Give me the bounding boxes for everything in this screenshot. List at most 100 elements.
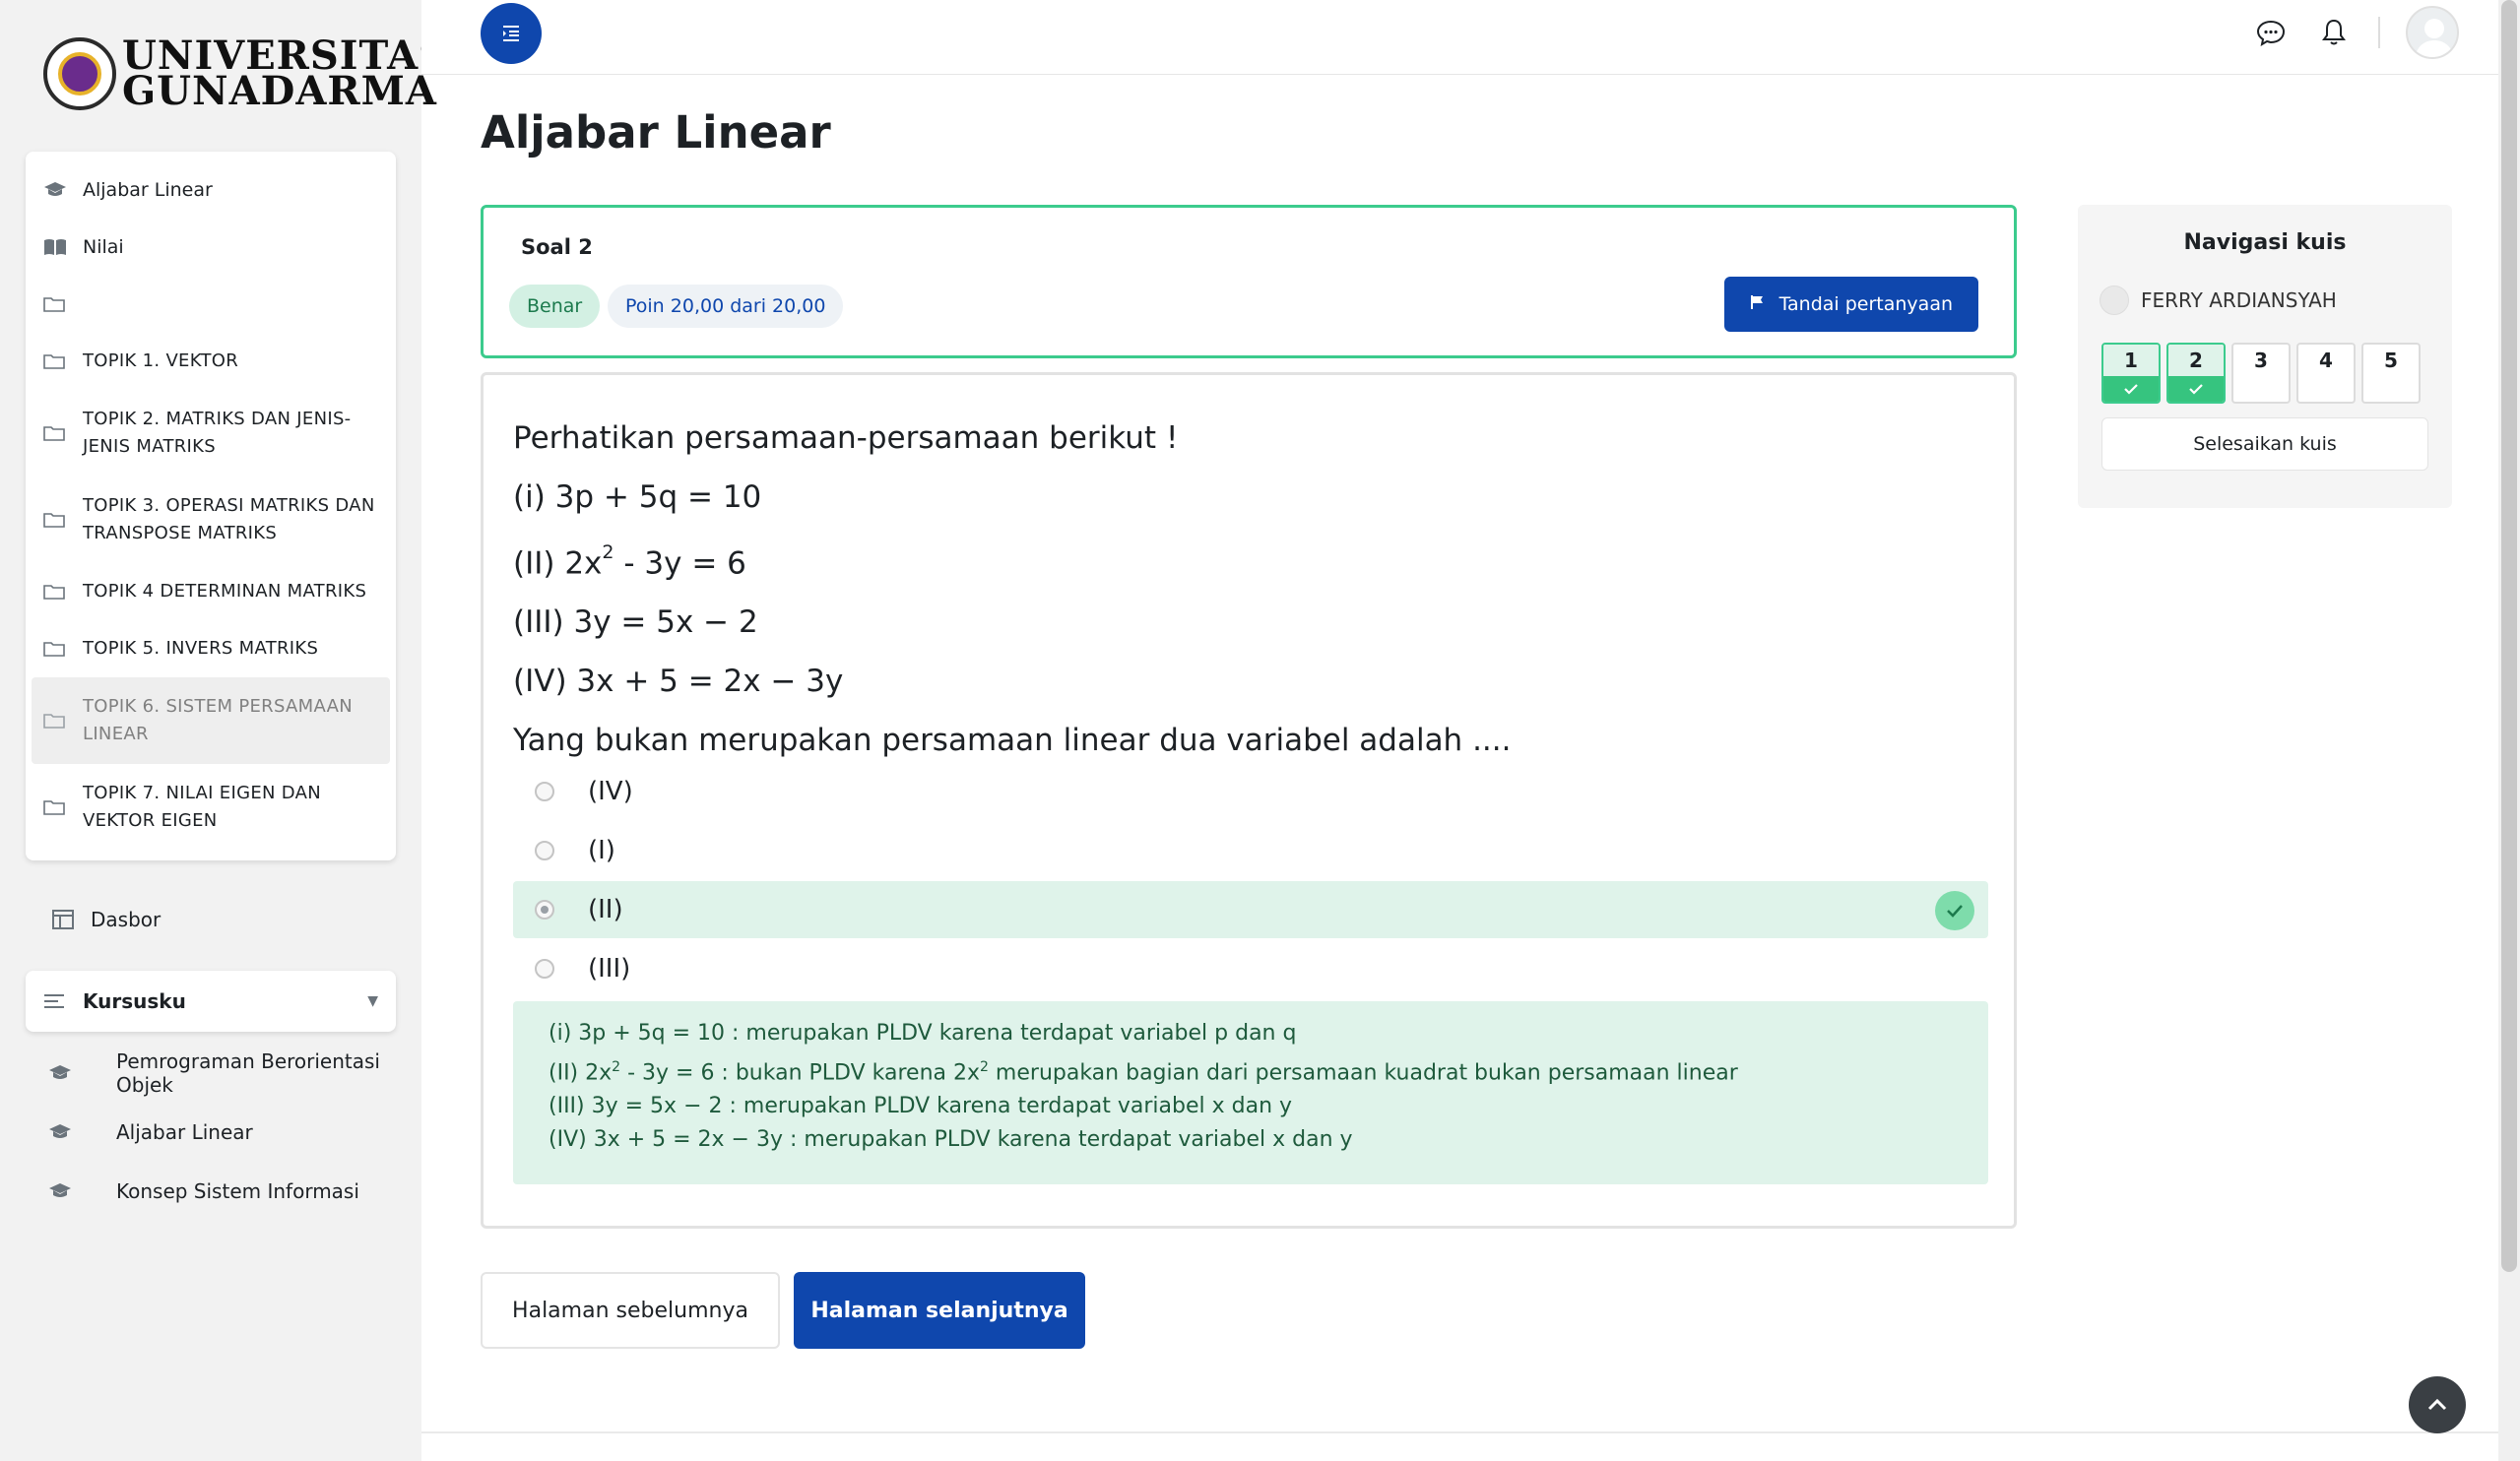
course-link-pbo[interactable]: Pemrograman Berorientasi Objek	[47, 1044, 392, 1103]
sidebar-item-label: Aljabar Linear	[83, 179, 213, 201]
question-nav-button-4[interactable]: 4	[2296, 343, 2356, 404]
question-nav-number: 4	[2319, 349, 2333, 372]
folder-icon	[43, 424, 83, 442]
course-link-aljabar[interactable]: Aljabar Linear	[47, 1103, 392, 1162]
notifications-bell-icon[interactable]	[2315, 14, 2353, 51]
sidebar-item-label: TOPIK 2. MATRIKS DAN JENIS-JENIS MATRIKS	[83, 409, 352, 457]
sidebar-item-label: TOPIK 6. SISTEM PERSAMAAN LINEAR	[83, 696, 353, 744]
equation-3: (III) 3y = 5x − 2	[513, 604, 758, 641]
radio-button-checked[interactable]	[535, 900, 554, 920]
my-courses-list: Pemrograman Berorientasi Objek Aljabar L…	[47, 1044, 392, 1221]
question-prompt: Yang bukan merupakan persamaan linear du…	[513, 723, 1512, 759]
brand-line-2: GUNADARMA	[122, 68, 437, 114]
question-number: Soal 2	[521, 235, 593, 259]
university-emblem-icon	[43, 37, 116, 110]
course-link-label: Aljabar Linear	[116, 1120, 253, 1144]
sidebar-item-topik-5[interactable]: TOPIK 5. INVERS MATRIKS	[26, 620, 396, 677]
my-courses-label: Kursusku	[83, 989, 186, 1013]
course-link-label: Konsep Sistem Informasi	[116, 1179, 359, 1203]
equation-2: (II) 2x2 - 3y = 6	[513, 541, 746, 582]
sidebar-item-topik-2[interactable]: TOPIK 2. MATRIKS DAN JENIS-JENIS MATRIKS	[26, 390, 396, 476]
sidebar-item-label: TOPIK 4 DETERMINAN MATRIKS	[83, 581, 367, 602]
list-icon	[43, 992, 83, 1010]
sidebar-item-label: TOPIK 1. VEKTOR	[83, 350, 239, 371]
sidebar-item-topik-1[interactable]: TOPIK 1. VEKTOR	[26, 333, 396, 390]
caret-down-icon: ▼	[367, 993, 378, 1009]
university-logo[interactable]: UNIVERSITAS GUNADARMA	[43, 36, 448, 114]
user-menu-area	[2252, 6, 2459, 59]
general-feedback: (i) 3p + 5q = 10 : merupakan PLDV karena…	[513, 1001, 1988, 1184]
quiz-user[interactable]: FERRY ARDIANSYAH	[2100, 286, 2337, 315]
question-nav-number: 3	[2254, 349, 2268, 372]
answered-check-icon	[2168, 376, 2224, 402]
folder-icon	[43, 798, 83, 816]
status-badge: Benar	[509, 285, 601, 328]
answer-option-correct[interactable]: (II)	[513, 881, 1988, 938]
feedback-line: (IV) 3x + 5 = 2x − 3y : merupakan PLDV k…	[549, 1127, 1353, 1153]
question-intro: Perhatikan persamaan-persamaan berikut !	[513, 420, 1179, 456]
footer-divider	[421, 1431, 2498, 1433]
quiz-user-name: FERRY ARDIANSYAH	[2141, 288, 2337, 312]
answer-option[interactable]: (IV)	[513, 763, 1988, 820]
page-title: Aljabar Linear	[481, 106, 831, 159]
next-page-button[interactable]: Halaman selanjutnya	[794, 1272, 1085, 1349]
equation-1: (i) 3p + 5q = 10	[513, 479, 762, 515]
radio-button[interactable]	[535, 959, 554, 979]
finish-attempt-button[interactable]: Selesaikan kuis	[2101, 417, 2428, 471]
folder-icon	[43, 640, 83, 658]
dashboard-label: Dasbor	[91, 908, 162, 931]
course-link-label: Pemrograman Berorientasi Objek	[116, 1049, 380, 1097]
radio-button[interactable]	[535, 782, 554, 801]
chevron-up-icon	[2427, 1398, 2447, 1411]
answer-option[interactable]: (III)	[513, 940, 1988, 997]
sidebar-item-topik-6[interactable]: TOPIK 6. SISTEM PERSAMAAN LINEAR	[32, 677, 390, 764]
question-nav-button-2[interactable]: 2	[2166, 343, 2226, 404]
sidebar-item-dashboard[interactable]: Dasbor	[51, 908, 161, 931]
sidebar-item-topik-7[interactable]: TOPIK 7. NILAI EIGEN DAN VEKTOR EIGEN	[26, 764, 396, 851]
user-silhouette-icon	[2415, 19, 2454, 57]
course-index-card: Aljabar Linear Nilai TOPIK 1. VEKTOR TOP…	[26, 152, 396, 860]
quiz-navigation-title: Navigasi kuis	[2183, 230, 2347, 255]
drawer-toggle-button[interactable]	[481, 3, 542, 64]
points-badge: Poin 20,00 dari 20,00	[608, 285, 844, 328]
answer-option-label: (III)	[588, 954, 631, 984]
answer-option-label: (I)	[588, 836, 615, 865]
sidebar-item-course-home[interactable]: Aljabar Linear	[26, 161, 396, 219]
answer-option-label: (IV)	[588, 777, 633, 806]
folder-icon	[43, 511, 83, 529]
my-courses-toggle[interactable]: Kursusku ▼	[26, 971, 396, 1032]
divider	[2378, 17, 2380, 48]
flag-question-button[interactable]: Tandai pertanyaan	[1723, 277, 1978, 332]
page-scrollbar[interactable]	[2498, 0, 2520, 1461]
sidebar-item-general[interactable]	[26, 276, 396, 333]
course-link-ksi[interactable]: Konsep Sistem Informasi	[47, 1162, 392, 1221]
question-text: Perhatikan persamaan-persamaan berikut !…	[513, 409, 1511, 770]
scrollbar-thumb[interactable]	[2501, 0, 2517, 1272]
sidebar-item-label: TOPIK 3. OPERASI MATRIKS DAN TRANSPOSE M…	[83, 495, 375, 543]
equation-4: (IV) 3x + 5 = 2x − 3y	[513, 664, 844, 700]
graduation-cap-icon	[47, 1063, 116, 1083]
top-navbar	[421, 0, 2498, 75]
sidebar-item-label: TOPIK 7. NILAI EIGEN DAN VEKTOR EIGEN	[83, 783, 322, 831]
user-avatar-small-icon	[2100, 286, 2129, 315]
radio-button[interactable]	[535, 841, 554, 860]
dashboard-icon	[51, 909, 91, 930]
flag-icon	[1750, 293, 1766, 315]
messages-icon[interactable]	[2252, 14, 2290, 51]
previous-page-button[interactable]: Halaman sebelumnya	[481, 1272, 780, 1349]
question-nav-button-1[interactable]: 1	[2101, 343, 2161, 404]
feedback-line: (i) 3p + 5q = 10 : merupakan PLDV karena…	[549, 1021, 1297, 1046]
graduation-cap-icon	[47, 1122, 116, 1142]
sidebar-item-grades[interactable]: Nilai	[26, 219, 396, 276]
answer-option[interactable]: (I)	[513, 822, 1988, 879]
feedback-line: (III) 3y = 5x − 2 : merupakan PLDV karen…	[549, 1094, 1293, 1119]
sidebar-item-topik-4[interactable]: TOPIK 4 DETERMINAN MATRIKS	[26, 563, 396, 620]
user-avatar[interactable]	[2406, 6, 2459, 59]
folder-icon	[43, 295, 83, 313]
quiz-navigation-block: Navigasi kuis FERRY ARDIANSYAH 1 2 3 4 5…	[2078, 205, 2452, 508]
back-to-top-button[interactable]	[2409, 1376, 2466, 1433]
sidebar-item-topik-3[interactable]: TOPIK 3. OPERASI MATRIKS DAN TRANSPOSE M…	[26, 476, 396, 563]
correct-check-icon	[1935, 891, 1974, 930]
question-nav-button-5[interactable]: 5	[2361, 343, 2421, 404]
question-nav-button-3[interactable]: 3	[2231, 343, 2291, 404]
